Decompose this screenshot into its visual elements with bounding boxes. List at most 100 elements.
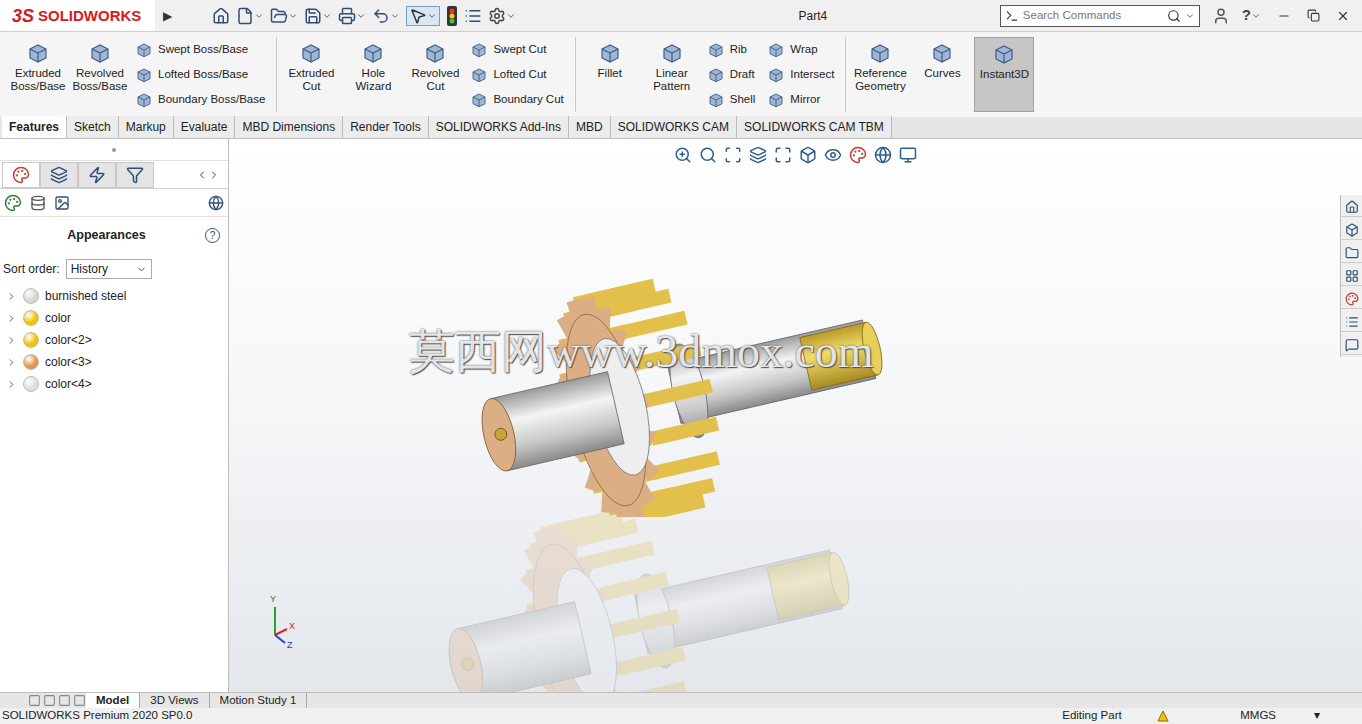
ribbon-large-button[interactable]: Hole Wizard xyxy=(343,37,403,112)
tab-scroll-icon[interactable] xyxy=(43,694,56,707)
task-pane-tab[interactable] xyxy=(1341,197,1362,217)
close-icon[interactable] xyxy=(1336,9,1350,23)
command-tab[interactable]: Markup xyxy=(119,116,174,138)
help-button[interactable]: ? xyxy=(1242,4,1251,27)
previous-view-icon[interactable] xyxy=(1242,139,1255,140)
minimize-icon[interactable] xyxy=(1277,9,1291,23)
ribbon-small-button[interactable]: Shell xyxy=(707,87,760,112)
rebuild-status-icon[interactable] xyxy=(1156,710,1170,722)
task-pane-tab[interactable] xyxy=(1341,289,1362,309)
panel-grip-icon[interactable] xyxy=(112,148,116,152)
task-pane-tab[interactable] xyxy=(1341,335,1362,355)
search-box[interactable]: Search Commands xyxy=(1000,5,1200,27)
ribbon-large-button[interactable]: Linear Pattern xyxy=(642,37,702,112)
appearance-item[interactable]: burnished steel xyxy=(0,285,228,307)
command-tab[interactable]: Features xyxy=(2,116,67,138)
ribbon-large-button[interactable]: Fillet xyxy=(580,37,640,112)
ribbon-small-button[interactable]: Lofted Boss/Base xyxy=(135,62,269,87)
tab-scroll-icon[interactable] xyxy=(28,694,41,707)
ribbon-large-button[interactable]: Instant3D xyxy=(974,37,1034,112)
ribbon-large-button[interactable]: Curves xyxy=(912,37,972,112)
decal-icon[interactable] xyxy=(54,195,70,211)
view-tool-icon[interactable] xyxy=(874,146,892,164)
next-view-icon[interactable] xyxy=(1267,139,1280,140)
units-dropdown[interactable]: ▾ xyxy=(1314,707,1320,724)
ribbon-small-button[interactable]: Intersect xyxy=(767,62,838,87)
ribbon-small-button[interactable]: Boundary Cut xyxy=(470,87,567,112)
ribbon-small-button[interactable]: Swept Boss/Base xyxy=(135,37,269,62)
model-tab[interactable]: Motion Study 1 xyxy=(210,693,308,709)
ribbon-large-button[interactable]: Extruded Cut xyxy=(281,37,341,112)
quick-access-button[interactable] xyxy=(270,7,298,25)
view-tool-icon[interactable] xyxy=(674,146,692,164)
appearance-item[interactable]: color<4> xyxy=(0,373,228,395)
appearance-settings-icon[interactable] xyxy=(208,195,224,211)
panel-tab[interactable] xyxy=(78,162,116,188)
command-tab[interactable]: SOLIDWORKS Add-Ins xyxy=(429,116,569,138)
appearance-item[interactable]: color xyxy=(0,307,228,329)
rebuild-icon[interactable] xyxy=(446,6,458,26)
view-tool-icon[interactable] xyxy=(774,146,792,164)
quick-access-button[interactable] xyxy=(338,7,366,25)
appearance-item[interactable]: color<3> xyxy=(0,351,228,373)
task-pane-tab[interactable] xyxy=(1341,266,1362,286)
close-icon[interactable] xyxy=(1341,139,1354,140)
task-pane-tab[interactable] xyxy=(1341,243,1362,263)
command-tab[interactable]: SOLIDWORKS CAM xyxy=(611,116,737,138)
panel-tab[interactable] xyxy=(40,162,78,188)
scroll-left-icon[interactable] xyxy=(196,169,208,181)
minimize-icon[interactable] xyxy=(1292,139,1305,140)
command-tab[interactable]: MBD Dimensions xyxy=(235,116,343,138)
view-tool-icon[interactable] xyxy=(699,146,717,164)
view-tool-icon[interactable] xyxy=(724,146,742,164)
ribbon-small-button[interactable]: Draft xyxy=(707,62,760,87)
task-pane-tab[interactable] xyxy=(1341,312,1362,332)
file-properties-icon[interactable] xyxy=(464,7,482,25)
command-tab[interactable]: Render Tools xyxy=(343,116,429,138)
gear-shaft-model-icon[interactable] xyxy=(474,267,894,517)
user-icon[interactable] xyxy=(1212,7,1230,25)
ribbon-small-button[interactable]: Lofted Cut xyxy=(470,62,567,87)
options-button[interactable] xyxy=(488,7,516,25)
ribbon-small-button[interactable]: Rib xyxy=(707,37,760,62)
units-selector[interactable]: MMGS xyxy=(1240,707,1276,724)
scroll-right-icon[interactable] xyxy=(208,169,220,181)
view-tool-icon[interactable] xyxy=(824,146,842,164)
expand-menu-button[interactable]: ▶ xyxy=(155,7,180,25)
ribbon-large-button[interactable]: Revolved Boss/Base xyxy=(70,37,130,112)
select-button[interactable] xyxy=(406,6,440,26)
ribbon-small-button[interactable]: Wrap xyxy=(767,37,838,62)
sort-order-select[interactable]: History xyxy=(66,259,152,279)
panel-tab[interactable] xyxy=(2,162,40,188)
restore-icon[interactable] xyxy=(1307,9,1320,22)
appearance-item[interactable]: color<2> xyxy=(0,329,228,351)
scene-icon[interactable] xyxy=(30,195,46,211)
quick-access-button[interactable] xyxy=(372,7,400,25)
help-button[interactable]: ? xyxy=(205,228,220,243)
quick-access-button[interactable] xyxy=(212,7,230,25)
quick-access-button[interactable] xyxy=(236,7,264,25)
graphics-area[interactable]: 莫西网www.3dmox.comYXZ xyxy=(229,139,1362,692)
appearance-icon[interactable] xyxy=(4,194,22,212)
view-tool-icon[interactable] xyxy=(799,146,817,164)
ribbon-large-button[interactable]: Revolved Cut xyxy=(405,37,465,112)
tab-scroll-icon[interactable] xyxy=(73,694,86,707)
view-tool-icon[interactable] xyxy=(749,146,767,164)
ribbon-small-button[interactable]: Swept Cut xyxy=(470,37,567,62)
task-pane-tab[interactable] xyxy=(1341,220,1362,240)
command-tab[interactable]: SOLIDWORKS CAM TBM xyxy=(737,116,892,138)
tab-scroll-icon[interactable] xyxy=(58,694,71,707)
ribbon-large-button[interactable]: Reference Geometry xyxy=(850,37,910,112)
gear-shaft-model-icon[interactable] xyxy=(441,497,861,692)
view-tool-icon[interactable] xyxy=(849,146,867,164)
view-tool-icon[interactable] xyxy=(899,146,917,164)
ribbon-small-button[interactable]: Mirror xyxy=(767,87,838,112)
solidworks-logo[interactable]: 3SSOLIDWORKS xyxy=(0,0,155,31)
ribbon-large-button[interactable]: Extruded Boss/Base xyxy=(8,37,68,112)
command-tab[interactable]: Evaluate xyxy=(174,116,236,138)
model-tab[interactable]: 3D Views xyxy=(140,693,209,709)
ribbon-small-button[interactable]: Boundary Boss/Base xyxy=(135,87,269,112)
command-tab[interactable]: MBD xyxy=(569,116,611,138)
command-tab[interactable]: Sketch xyxy=(67,116,119,138)
panel-tab[interactable] xyxy=(116,162,154,188)
